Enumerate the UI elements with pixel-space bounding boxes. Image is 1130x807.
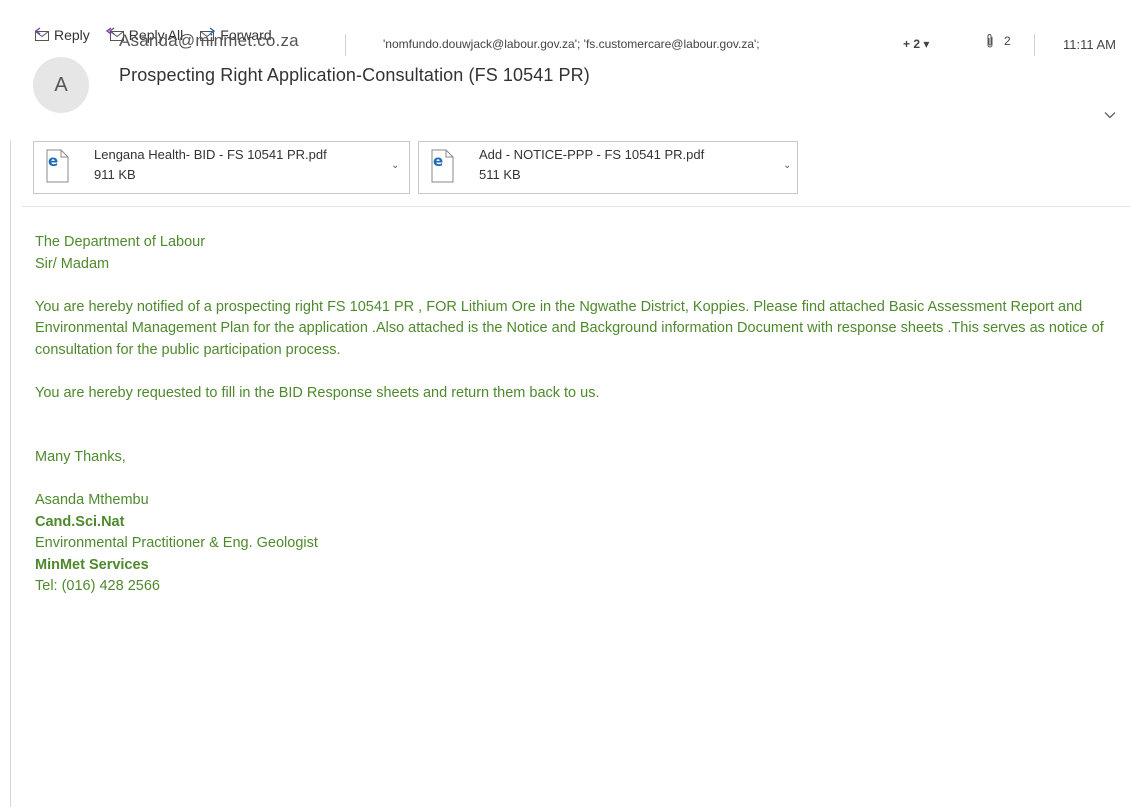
received-time: 11:11 AM	[1063, 37, 1116, 52]
signature-name: Asanda Mthembu	[35, 492, 149, 508]
closing-line: Many Thanks,	[35, 449, 126, 465]
header-divider-2	[1034, 34, 1035, 56]
attachment-item[interactable]: e Lengana Health- BID - FS 10541 PR.pdf …	[33, 141, 410, 194]
message-body: The Department of Labour Sir/ Madam You …	[35, 232, 1115, 598]
header-body-divider	[22, 206, 1130, 207]
body-paragraph: You are hereby requested to fill in the …	[35, 384, 600, 401]
svg-text:e: e	[433, 152, 443, 170]
body-paragraph: You are hereby notified of a prospecting…	[35, 298, 1104, 358]
attachment-count-value: 2	[1004, 34, 1011, 48]
attachment-item[interactable]: e Add - NOTICE-PPP - FS 10541 PR.pdf 511…	[418, 141, 798, 194]
reply-icon	[34, 27, 49, 41]
pdf-file-icon: e	[46, 149, 69, 183]
signature-title: Environmental Practitioner & Eng. Geolog…	[35, 535, 318, 551]
signature-qualification: Cand.Sci.Nat	[35, 513, 125, 530]
attachment-menu-icon[interactable]: ⌄	[391, 160, 399, 171]
attachment-size: 511 KB	[479, 167, 521, 182]
expand-header-button[interactable]	[1104, 106, 1116, 124]
attachment-menu-icon[interactable]: ⌄	[783, 160, 791, 171]
attachment-name: Lengana Health- BID - FS 10541 PR.pdf	[94, 147, 327, 162]
reading-pane-border	[10, 140, 11, 807]
signature-phone: Tel: (016) 428 2566	[35, 578, 160, 594]
recipients-list[interactable]: 'nomfundo.douwjack@labour.gov.za'; 'fs.c…	[383, 37, 760, 51]
sender-avatar: A	[33, 57, 89, 113]
sender-address[interactable]: Asanda@minmet.co.za	[119, 31, 299, 51]
greeting-line: The Department of Labour	[35, 234, 206, 250]
pdf-file-icon: e	[431, 149, 454, 183]
more-recipients-toggle[interactable]: + 2 ▾	[903, 37, 929, 51]
attachment-count: 2	[985, 33, 1011, 49]
header-divider	[345, 34, 346, 56]
chevron-down-icon	[1104, 112, 1116, 119]
reply-button[interactable]: Reply	[33, 27, 90, 43]
message-subject: Prospecting Right Application-Consultati…	[119, 65, 590, 85]
attachment-size: 911 KB	[94, 167, 136, 182]
greeting-line: Sir/ Madam	[35, 255, 110, 272]
svg-text:e: e	[48, 152, 58, 170]
reply-label: Reply	[54, 27, 90, 43]
paperclip-icon	[987, 34, 993, 48]
attachment-name: Add - NOTICE-PPP - FS 10541 PR.pdf	[479, 147, 705, 162]
signature-company: MinMet Services	[35, 556, 149, 573]
